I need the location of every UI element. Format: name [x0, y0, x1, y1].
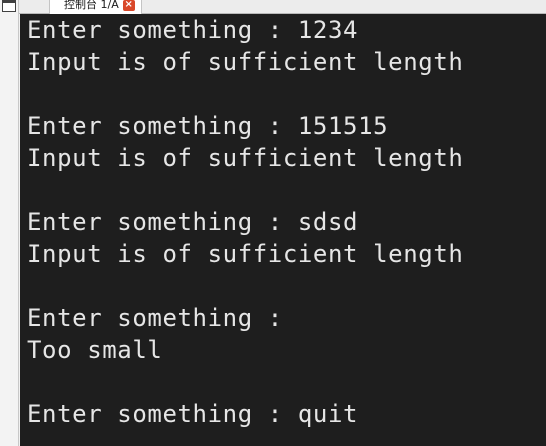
console-window: 控制台 1/A × Enter something : 1234 Input i… [0, 0, 546, 446]
console-line: Enter something : 151515 [27, 112, 389, 140]
console-line: Input is of sufficient length [27, 48, 464, 76]
console-line: Enter something : quit [27, 400, 359, 428]
tab-bar: 控制台 1/A × [19, 0, 546, 14]
close-icon[interactable]: × [122, 0, 135, 11]
console-line: Enter something : [27, 304, 283, 332]
console-window-icon[interactable] [2, 0, 16, 12]
tab-console-label: 控制台 1/A [64, 0, 119, 11]
console-line: Too small [27, 336, 163, 364]
console-output[interactable]: Enter something : 1234 Input is of suffi… [20, 14, 546, 446]
console-line: Input is of sufficient length [27, 240, 464, 268]
console-line: Input is of sufficient length [27, 144, 464, 172]
tab-console[interactable]: 控制台 1/A × [49, 0, 142, 14]
console-line: Enter something : 1234 [27, 16, 359, 44]
left-toolbar [0, 0, 19, 446]
console-lines: Enter something : 1234 Input is of suffi… [27, 14, 463, 430]
console-line: Enter something : sdsd [27, 208, 359, 236]
